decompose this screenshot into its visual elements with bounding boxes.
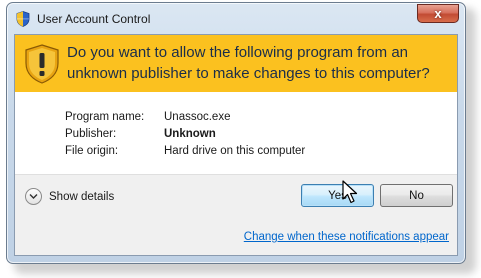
title-bar[interactable]: User Account Control x [7, 3, 465, 33]
dialog-footer: Show details Yes No Change when these no… [15, 174, 457, 255]
detail-value: Unassoc.exe [164, 110, 231, 123]
warning-shield-icon [25, 44, 59, 84]
detail-label: Publisher: [65, 127, 117, 140]
detail-value: Unknown [164, 127, 216, 140]
detail-label: Program name: [65, 110, 145, 123]
close-button[interactable]: x [417, 4, 459, 23]
uac-question: Do you want to allow the following progr… [67, 44, 430, 82]
detail-row-file-origin: File origin: Hard drive on this computer [65, 142, 305, 159]
uac-dialog: User Account Control x Do you want to al… [6, 2, 466, 264]
change-notifications-link[interactable]: Change when these notifications appear [244, 231, 449, 243]
dialog-client: Do you want to allow the following progr… [14, 34, 458, 256]
yes-button[interactable]: Yes [301, 184, 374, 207]
warning-banner: Do you want to allow the following progr… [15, 35, 457, 92]
chevron-down-icon[interactable] [25, 188, 42, 205]
window-title: User Account Control [37, 12, 151, 26]
close-icon: x [434, 6, 442, 21]
program-details: Program name: Unassoc.exe Publisher: Unk… [65, 108, 305, 159]
mouse-cursor-icon [342, 180, 358, 204]
shield-icon [16, 11, 30, 27]
detail-value: Hard drive on this computer [164, 144, 306, 157]
show-details-label[interactable]: Show details [49, 191, 114, 203]
show-details-toggle[interactable]: Show details [25, 188, 114, 205]
no-button[interactable]: No [380, 184, 453, 207]
detail-row-publisher: Publisher: Unknown [65, 125, 305, 142]
detail-label: File origin: [65, 144, 119, 157]
detail-row-program-name: Program name: Unassoc.exe [65, 108, 305, 125]
